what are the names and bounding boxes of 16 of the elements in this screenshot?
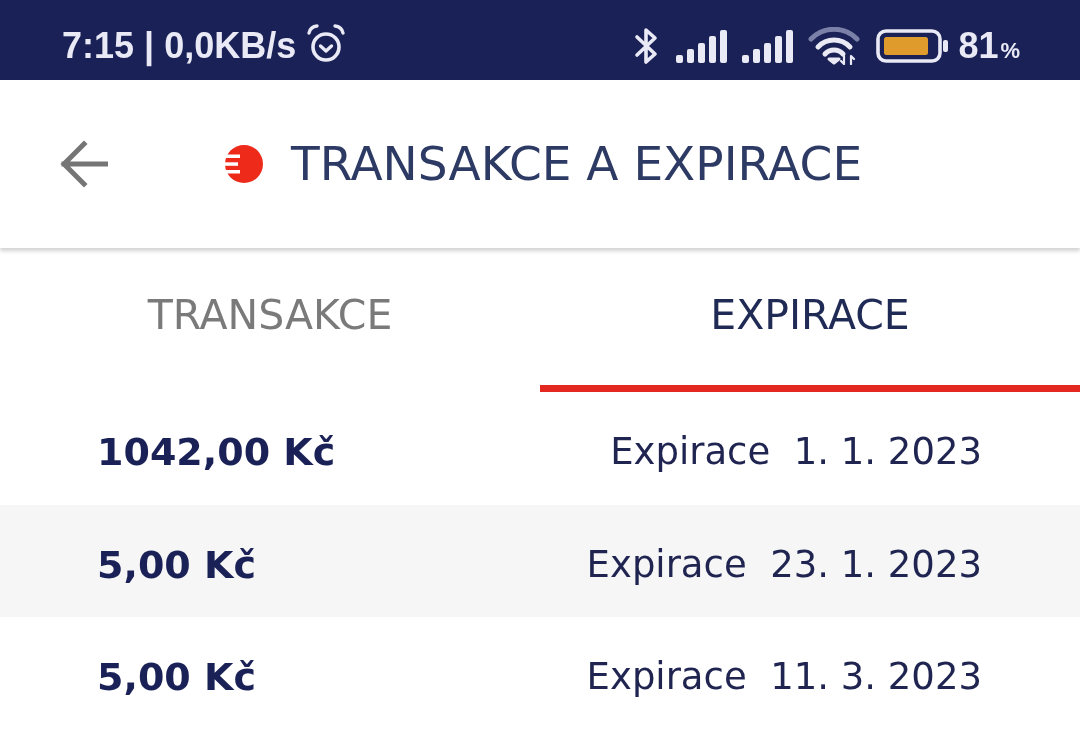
amount-text: 5,00 Kč <box>97 655 256 701</box>
battery-percent-text: 81 <box>958 28 999 64</box>
back-arrow-icon <box>60 140 108 188</box>
expiry-date-text: Expirace 23. 1. 2023 <box>586 542 982 588</box>
expiry-date-text: Expirace 1. 1. 2023 <box>610 430 982 475</box>
page-title: TRANSAKCE A EXPIRACE <box>291 135 863 193</box>
wifi-icon <box>808 27 861 65</box>
signal-bars-icon <box>676 29 729 63</box>
percent-sign-text: % <box>1000 40 1020 62</box>
logo-icon <box>225 145 263 183</box>
battery-icon <box>876 29 951 63</box>
alarm-clock-icon <box>306 24 347 64</box>
amount-text: 5,00 Kč <box>97 542 256 589</box>
expiry-date-text: Expirace 11. 3. 2023 <box>586 655 982 700</box>
signal-bars-icon <box>742 29 795 63</box>
amount-text: 1042,00 Kč <box>97 430 336 476</box>
